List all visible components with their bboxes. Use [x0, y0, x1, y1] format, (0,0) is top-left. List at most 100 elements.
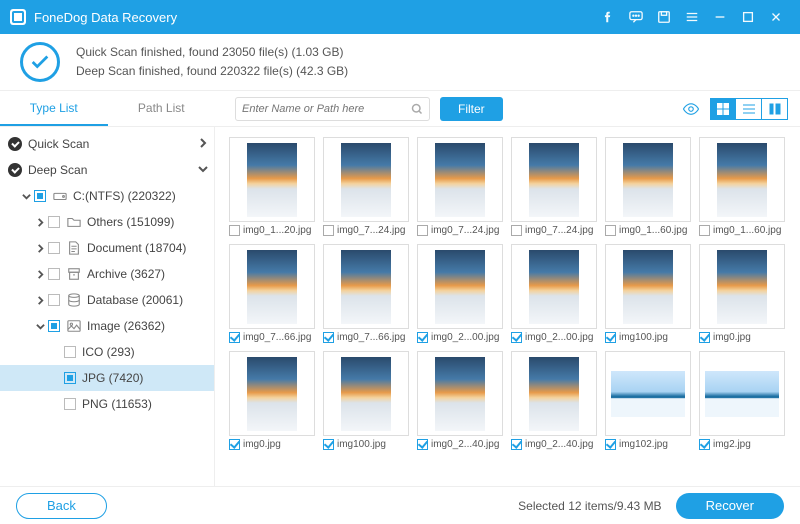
thumbnail-checkbox[interactable]	[511, 225, 522, 236]
thumbnail-image	[699, 244, 785, 329]
thumbnail-filename: img0_1...60.jpg	[619, 225, 687, 236]
thumbnail-checkbox[interactable]	[699, 225, 710, 236]
minimize-icon[interactable]	[706, 0, 734, 34]
tree-archive[interactable]: Archive (3627)	[0, 261, 214, 287]
tree-jpg[interactable]: JPG (7420)	[0, 365, 214, 391]
thumbnail-tile[interactable]: img102.jpg	[605, 351, 691, 450]
checkbox-icon[interactable]	[48, 268, 60, 280]
thumbnail-filename: img0_1...60.jpg	[713, 225, 781, 236]
thumbnail-label-row: img0.jpg	[699, 332, 785, 343]
tree-others[interactable]: Others (151099)	[0, 209, 214, 235]
filter-button[interactable]: Filter	[440, 97, 503, 121]
thumbnail-tile[interactable]: img0_7...66.jpg	[229, 244, 315, 343]
tree-ico[interactable]: ICO (293)	[0, 339, 214, 365]
checkbox-icon[interactable]	[64, 372, 76, 384]
view-detail-button[interactable]	[762, 98, 788, 120]
facebook-icon[interactable]	[594, 0, 622, 34]
recover-button[interactable]: Recover	[676, 493, 784, 519]
thumbnail-tile[interactable]: img0_7...66.jpg	[323, 244, 409, 343]
thumbnail-tile[interactable]: img0_2...00.jpg	[417, 244, 503, 343]
back-button[interactable]: Back	[16, 493, 107, 519]
save-icon[interactable]	[650, 0, 678, 34]
thumbnail-image	[417, 137, 503, 222]
thumbnail-checkbox[interactable]	[229, 439, 240, 450]
thumbnail-filename: img0_2...00.jpg	[431, 332, 499, 343]
thumbnail-tile[interactable]: img2.jpg	[699, 351, 785, 450]
thumbnail-tile[interactable]: img0_7...24.jpg	[511, 137, 597, 236]
thumbnail-tile[interactable]: img0.jpg	[229, 351, 315, 450]
thumbnail-label-row: img0_1...60.jpg	[605, 225, 691, 236]
thumbnail-filename: img0_2...40.jpg	[525, 439, 593, 450]
thumbnail-checkbox[interactable]	[511, 439, 522, 450]
tree-drive[interactable]: C:(NTFS) (220322)	[0, 183, 214, 209]
thumbnail-tile[interactable]: img0_2...40.jpg	[511, 351, 597, 450]
thumbnail-image	[605, 351, 691, 436]
tab-path-list[interactable]: Path List	[108, 91, 216, 126]
view-list-button[interactable]	[736, 98, 762, 120]
tree-png[interactable]: PNG (11653)	[0, 391, 214, 417]
tree-image[interactable]: Image (26362)	[0, 313, 214, 339]
thumbnail-checkbox[interactable]	[323, 439, 334, 450]
thumbnail-checkbox[interactable]	[605, 439, 616, 450]
view-grid-button[interactable]	[710, 98, 736, 120]
thumbnail-image	[417, 351, 503, 436]
app-logo	[10, 9, 26, 25]
checkbox-icon[interactable]	[48, 242, 60, 254]
thumbnail-tile[interactable]: img0_1...60.jpg	[699, 137, 785, 236]
thumbnail-image	[605, 244, 691, 329]
maximize-icon[interactable]	[734, 0, 762, 34]
search-input-wrap[interactable]	[235, 97, 430, 121]
thumbnail-tile[interactable]: img0_2...40.jpg	[417, 351, 503, 450]
tree-database[interactable]: Database (20061)	[0, 287, 214, 313]
thumbnail-filename: img0_7...24.jpg	[337, 225, 405, 236]
thumbnail-tile[interactable]: img0.jpg	[699, 244, 785, 343]
checkbox-icon[interactable]	[48, 216, 60, 228]
thumbnail-tile[interactable]: img0_2...00.jpg	[511, 244, 597, 343]
thumbnail-checkbox[interactable]	[417, 225, 428, 236]
tree-label: C:(NTFS) (220322)	[73, 189, 176, 203]
feedback-icon[interactable]	[622, 0, 650, 34]
thumbnail-checkbox[interactable]	[417, 332, 428, 343]
thumbnail-label-row: img0_1...20.jpg	[229, 225, 315, 236]
close-icon[interactable]	[762, 0, 790, 34]
menu-icon[interactable]	[678, 0, 706, 34]
thumbnail-tile[interactable]: img100.jpg	[323, 351, 409, 450]
preview-toggle-icon[interactable]	[678, 98, 704, 120]
chevron-down-icon	[198, 163, 208, 177]
tree-label: ICO (293)	[82, 345, 135, 359]
thumbnail-checkbox[interactable]	[323, 332, 334, 343]
thumbnail-checkbox[interactable]	[699, 332, 710, 343]
tree-quick-scan[interactable]: Quick Scan	[0, 131, 214, 157]
tree-deep-scan[interactable]: Deep Scan	[0, 157, 214, 183]
thumbnail-checkbox[interactable]	[605, 332, 616, 343]
thumbnail-checkbox[interactable]	[229, 332, 240, 343]
document-icon	[66, 240, 82, 256]
thumbnail-image	[323, 244, 409, 329]
thumbnail-image	[323, 137, 409, 222]
thumbnail-checkbox[interactable]	[229, 225, 240, 236]
checkbox-icon[interactable]	[64, 398, 76, 410]
thumbnail-checkbox[interactable]	[605, 225, 616, 236]
thumbnail-checkbox[interactable]	[417, 439, 428, 450]
thumbnail-image	[699, 137, 785, 222]
thumbnail-filename: img102.jpg	[619, 439, 668, 450]
thumbnail-checkbox[interactable]	[511, 332, 522, 343]
checkbox-icon[interactable]	[48, 294, 60, 306]
thumbnail-checkbox[interactable]	[699, 439, 710, 450]
thumbnail-filename: img0_2...00.jpg	[525, 332, 593, 343]
tab-type-list[interactable]: Type List	[0, 91, 108, 126]
thumbnail-tile[interactable]: img0_7...24.jpg	[417, 137, 503, 236]
checkbox-icon[interactable]	[48, 320, 60, 332]
thumbnail-tile[interactable]: img0_7...24.jpg	[323, 137, 409, 236]
thumbnail-tile[interactable]: img0_1...20.jpg	[229, 137, 315, 236]
thumbnail-image	[605, 137, 691, 222]
checkbox-icon[interactable]	[64, 346, 76, 358]
thumbnail-filename: img0.jpg	[713, 332, 751, 343]
search-input[interactable]	[242, 103, 411, 115]
thumbnail-tile[interactable]: img100.jpg	[605, 244, 691, 343]
checkbox-icon[interactable]	[34, 190, 46, 202]
thumbnail-checkbox[interactable]	[323, 225, 334, 236]
thumbnail-tile[interactable]: img0_1...60.jpg	[605, 137, 691, 236]
tree-document[interactable]: Document (18704)	[0, 235, 214, 261]
thumbnail-image	[417, 244, 503, 329]
